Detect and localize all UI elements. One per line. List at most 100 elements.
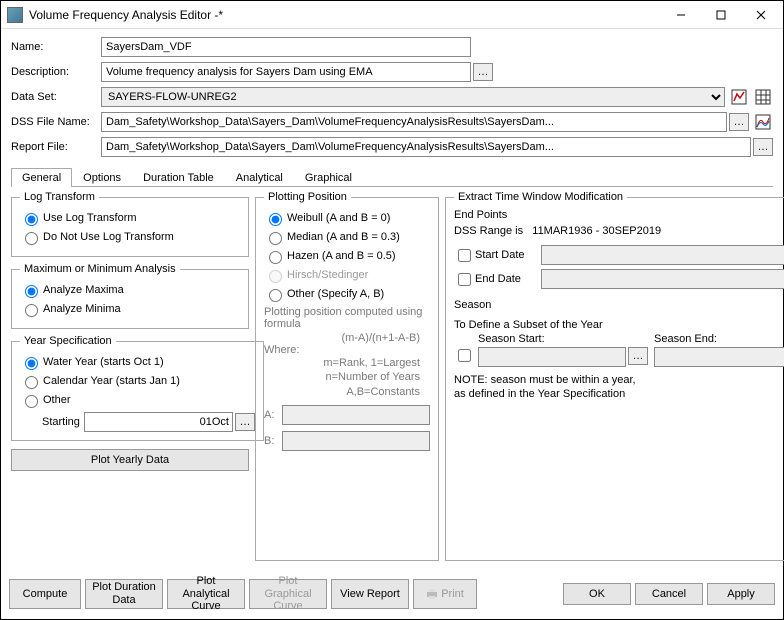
analyze-maxima-label: Analyze Maxima — [43, 284, 124, 296]
log-transform-legend: Log Transform — [20, 191, 99, 203]
titlebar: Volume Frequency Analysis Editor -* — [1, 1, 783, 29]
dataset-label: Data Set: — [11, 91, 101, 103]
dssrange-value: 11MAR1936 - 30SEP2019 — [532, 225, 661, 237]
plotting-def3: A,B=Constants — [264, 385, 430, 399]
water-year-radio[interactable] — [25, 357, 38, 370]
description-label: Description: — [11, 66, 101, 78]
name-label: Name: — [11, 41, 101, 53]
end-date-checkbox[interactable] — [458, 273, 471, 286]
starting-input[interactable] — [84, 412, 233, 432]
apply-button[interactable]: Apply — [707, 583, 775, 605]
other-year-label: Other — [43, 394, 71, 406]
median-label: Median (A and B = 0.3) — [287, 231, 400, 243]
no-log-transform-label: Do Not Use Log Transform — [43, 231, 174, 243]
tab-graphical[interactable]: Graphical — [294, 168, 363, 187]
reportfile-label: Report File: — [11, 141, 101, 153]
plot-yearly-data-button[interactable]: Plot Yearly Data — [11, 449, 249, 471]
season-start-input — [478, 347, 626, 367]
plotting-position-legend: Plotting Position — [264, 191, 351, 203]
season-label: Season — [454, 299, 784, 311]
plotting-position-group: Plotting Position Weibull (A and B = 0) … — [255, 191, 439, 561]
a-input — [282, 405, 430, 425]
name-input[interactable] — [101, 37, 471, 57]
plotting-desc: Plotting position computed using formula — [264, 306, 430, 330]
plotting-def1: m=Rank, 1=Largest — [264, 356, 430, 370]
plot-duration-data-button[interactable]: Plot Duration Data — [85, 579, 163, 609]
use-log-transform-label: Use Log Transform — [43, 212, 137, 224]
dssfile-input[interactable] — [101, 112, 727, 132]
minimize-button[interactable] — [661, 2, 701, 28]
season-checkbox[interactable] — [458, 349, 471, 362]
window: Volume Frequency Analysis Editor -* Name… — [0, 0, 784, 620]
note-line1: NOTE: season must be within a year, — [454, 373, 784, 387]
time-window-legend: Extract Time Window Modification — [454, 191, 627, 203]
description-browse-button[interactable]: … — [473, 63, 493, 81]
tab-body: Log Transform Use Log Transform Do Not U… — [11, 187, 773, 567]
hirsch-label: Hirsch/Stedinger — [287, 269, 368, 281]
year-spec-group: Year Specification Water Year (starts Oc… — [11, 335, 264, 441]
note-line2: as defined in the Year Specification — [454, 387, 784, 401]
dssfile-label: DSS File Name: — [11, 116, 101, 128]
plotting-where: Where: — [264, 344, 430, 356]
plot-graphical-curve-button: Plot Graphical Curve — [249, 579, 327, 609]
tab-options[interactable]: Options — [72, 168, 132, 187]
start-date-checkbox[interactable] — [458, 249, 471, 262]
other-year-radio[interactable] — [25, 395, 38, 408]
start-date-input — [541, 245, 784, 265]
end-date-input — [541, 269, 784, 289]
dssrange-label: DSS Range is — [454, 225, 523, 237]
other-pp-label: Other (Specify A, B) — [287, 288, 384, 300]
print-icon — [426, 588, 438, 600]
b-input — [282, 431, 430, 451]
plot-dataset-icon[interactable] — [729, 87, 749, 107]
other-pp-radio[interactable] — [269, 289, 282, 302]
reportfile-input[interactable] — [101, 137, 751, 157]
view-report-button[interactable]: View Report — [331, 579, 409, 609]
weibull-radio[interactable] — [269, 213, 282, 226]
maxmin-group: Maximum or Minimum Analysis Analyze Maxi… — [11, 263, 249, 329]
reportfile-browse-button[interactable]: … — [753, 138, 773, 156]
maxmin-legend: Maximum or Minimum Analysis — [20, 263, 180, 275]
time-window-group: Extract Time Window Modification End Poi… — [445, 191, 784, 561]
hirsch-radio — [269, 270, 282, 283]
median-radio[interactable] — [269, 232, 282, 245]
subset-label: To Define a Subset of the Year — [454, 319, 784, 331]
water-year-label: Water Year (starts Oct 1) — [43, 356, 164, 368]
compute-button[interactable]: Compute — [9, 579, 81, 609]
dssfile-browse-button[interactable]: … — [729, 113, 749, 131]
app-icon — [7, 7, 23, 23]
use-log-transform-radio[interactable] — [25, 213, 38, 226]
content: Name: Description: … Data Set: SAYERS-FL… — [1, 29, 783, 573]
b-label: B: — [264, 435, 282, 447]
calendar-year-radio[interactable] — [25, 376, 38, 389]
hazen-radio[interactable] — [269, 251, 282, 264]
end-date-label: End Date — [475, 273, 541, 285]
ok-button[interactable]: OK — [563, 583, 631, 605]
maximize-button[interactable] — [701, 2, 741, 28]
close-button[interactable] — [741, 2, 781, 28]
starting-browse-button[interactable]: … — [235, 413, 255, 431]
table-dataset-icon[interactable] — [753, 87, 773, 107]
plotting-formula: (m-A)/(n+1-A-B) — [264, 332, 430, 344]
year-spec-legend: Year Specification — [20, 335, 116, 347]
season-start-label: Season Start: — [478, 333, 648, 345]
plot-analytical-curve-button[interactable]: Plot Analytical Curve — [167, 579, 245, 609]
plotting-def2: n=Number of Years — [264, 370, 430, 384]
dataset-select[interactable]: SAYERS-FLOW-UNREG2 — [101, 87, 725, 107]
tab-general[interactable]: General — [11, 168, 72, 187]
a-label: A: — [264, 409, 282, 421]
start-date-label: Start Date — [475, 249, 541, 261]
description-input[interactable] — [101, 62, 471, 82]
endpoints-label: End Points — [454, 209, 784, 221]
season-start-browse[interactable]: … — [628, 347, 648, 365]
analyze-minima-radio[interactable] — [25, 304, 38, 317]
no-log-transform-radio[interactable] — [25, 232, 38, 245]
dss-curve-icon[interactable] — [753, 112, 773, 132]
analyze-maxima-radio[interactable] — [25, 285, 38, 298]
tab-analytical[interactable]: Analytical — [225, 168, 294, 187]
cancel-button[interactable]: Cancel — [635, 583, 703, 605]
tab-bar: General Options Duration Table Analytica… — [11, 168, 773, 187]
window-title: Volume Frequency Analysis Editor -* — [29, 8, 661, 22]
tab-duration-table[interactable]: Duration Table — [132, 168, 225, 187]
print-button: Print — [413, 579, 477, 609]
